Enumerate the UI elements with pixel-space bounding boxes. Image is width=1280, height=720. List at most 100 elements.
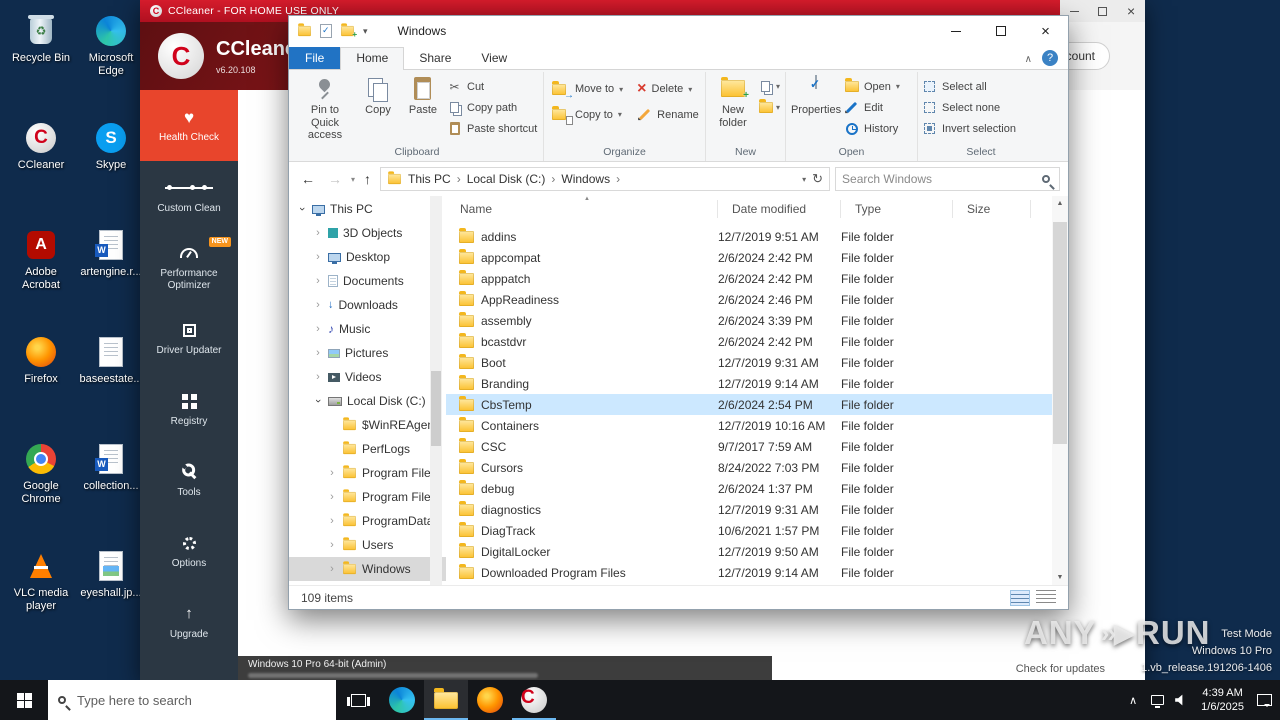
pin-to-quick-access-button[interactable]: Pin to Quick access [295,72,355,142]
desktop-icon-artengine-doc[interactable]: artengine.r... [76,224,146,331]
forward-button[interactable]: → [324,171,346,187]
breadcrumb-separator[interactable]: › [551,172,555,186]
address-dropdown-icon[interactable]: ▾ [802,175,806,184]
chevron-icon[interactable]: › [296,204,308,214]
file-row-selected[interactable]: CbsTemp 2/6/2024 2:54 PM File folder [446,394,1068,415]
file-row[interactable]: addins 12/7/2019 9:51 AM File folder [446,226,1068,247]
ribbon-collapse-icon[interactable]: ∧ [1015,50,1042,69]
desktop-icon-google-chrome[interactable]: Google Chrome [6,438,76,545]
desktop-icon-microsoft-edge[interactable]: Microsoft Edge [76,10,146,117]
history-button[interactable]: History [844,121,900,136]
sidebar-item-driver-updater[interactable]: Driver Updater [140,303,238,374]
sidebar-item-upgrade[interactable]: ↑ Upgrade [140,587,238,658]
properties-button[interactable]: Properties [790,72,842,117]
breadcrumb-windows[interactable]: Windows [561,172,610,186]
sidebar-item-custom-clean[interactable]: Custom Clean [140,161,238,232]
tree-item-program-files-x86[interactable]: › Program Files [289,485,446,509]
desktop-icon-recycle-bin[interactable]: ♻ Recycle Bin [6,10,76,117]
select-none-button[interactable]: Select none [922,100,1016,115]
paste-shortcut-button[interactable]: Paste shortcut [447,121,537,136]
rename-button[interactable]: Rename [637,107,699,122]
scrollbar-thumb[interactable] [431,371,441,446]
copy-button[interactable]: Copy [357,72,399,117]
tab-home[interactable]: Home [340,47,405,70]
breadcrumb-separator[interactable]: › [616,172,620,186]
tree-item-downloads[interactable]: › ↑ Downloads [289,293,446,317]
tree-item-perflogs[interactable]: › PerfLogs [289,437,446,461]
sidebar-item-performance-optimizer[interactable]: NEW Performance Optimizer [140,232,238,303]
file-row[interactable]: DigitalLocker 12/7/2019 9:50 AM File fol… [446,541,1068,562]
scrollbar-thumb[interactable] [1053,222,1067,444]
file-row[interactable]: apppatch 2/6/2024 2:42 PM File folder [446,268,1068,289]
quick-access-new-folder-icon[interactable] [341,23,357,39]
desktop-icon-eyeshall-image[interactable]: eyeshall.jp... [76,545,146,652]
chevron-icon[interactable]: › [313,251,323,263]
minimize-button[interactable] [933,16,978,46]
back-button[interactable]: ← [297,171,319,187]
file-row[interactable]: AppReadiness 2/6/2024 2:46 PM File folde… [446,289,1068,310]
explorer-titlebar[interactable]: ▾ Windows × [289,16,1068,46]
ccleaner-maximize-button[interactable] [1098,6,1108,16]
file-row[interactable]: Cursors 8/24/2022 7:03 PM File folder [446,457,1068,478]
tree-item-3d-objects[interactable]: › 3D Objects [289,221,446,245]
column-header-date-modified[interactable]: Date modified [718,200,841,218]
chevron-icon[interactable]: › [327,563,337,575]
column-header-size[interactable]: Size [953,200,1031,218]
desktop-icon-collection-doc[interactable]: collection... [76,438,146,545]
close-button[interactable]: × [1023,16,1068,46]
chevron-icon[interactable]: › [313,347,323,359]
file-row[interactable]: debug 2/6/2024 1:37 PM File folder [446,478,1068,499]
quick-access-customize-icon[interactable]: ▾ [363,26,368,37]
move-to-button[interactable]: → Move to ▾ [552,80,623,100]
column-header-name[interactable]: Name [446,200,718,218]
large-icons-view-button[interactable] [1036,589,1056,606]
delete-button[interactable]: × Delete ▾ [637,81,699,97]
copy-to-button[interactable]: Copy to ▾ [552,106,623,125]
chevron-icon[interactable]: › [327,539,337,551]
refresh-icon[interactable]: ↻ [812,171,823,187]
file-row[interactable]: diagnostics 12/7/2019 9:31 AM File folde… [446,499,1068,520]
network-icon[interactable] [1145,695,1169,708]
tab-file[interactable]: File [289,47,341,69]
list-scrollbar[interactable]: ▲ ▼ [1052,196,1068,585]
recent-locations-icon[interactable]: ▾ [351,175,355,184]
file-row[interactable]: Boot 12/7/2019 9:31 AM File folder [446,352,1068,373]
tree-item-windows[interactable]: › Windows [289,557,446,581]
breadcrumb-this-pc[interactable]: This PC [408,172,451,186]
sidebar-item-tools[interactable]: Tools [140,445,238,516]
taskbar-search[interactable] [48,680,336,720]
start-button[interactable] [0,680,48,720]
tree-item-videos[interactable]: › Videos [289,365,446,389]
action-center-button[interactable] [1252,694,1276,707]
file-row[interactable]: DiagTrack 10/6/2021 1:57 PM File folder [446,520,1068,541]
tab-share[interactable]: Share [404,47,466,69]
quick-access-properties-icon[interactable] [320,24,332,38]
chevron-icon[interactable]: › [327,515,337,527]
taskbar-file-explorer-button[interactable] [424,680,468,720]
scroll-down-icon[interactable]: ▼ [1057,570,1064,585]
desktop-icon-baseestate-file[interactable]: baseestate... [76,331,146,438]
taskbar-ccleaner-button[interactable] [512,680,556,720]
tree-item-winreagent[interactable]: › $WinREAgent [289,413,446,437]
file-row[interactable]: Branding 12/7/2019 9:14 AM File folder [446,373,1068,394]
taskbar-search-input[interactable] [77,692,326,708]
sidebar-item-registry[interactable]: Registry [140,374,238,445]
chevron-icon[interactable]: › [327,491,337,503]
up-button[interactable]: ↑ [360,171,375,187]
easy-access-button[interactable]: ▾ [758,99,780,115]
desktop-icon-skype[interactable]: Skype [76,117,146,224]
tree-item-music[interactable]: › ♪ Music [289,317,446,341]
desktop-icon-firefox[interactable]: Firefox [6,331,76,438]
tree-item-desktop[interactable]: › Desktop [289,245,446,269]
chevron-icon[interactable]: › [313,227,323,239]
address-bar[interactable]: This PC › Local Disk (C:) › Windows › ▾ … [380,167,831,191]
tree-scrollbar[interactable] [430,196,442,585]
file-row[interactable]: CSC 9/7/2017 7:59 AM File folder [446,436,1068,457]
edit-button[interactable]: Edit [844,100,900,115]
desktop-icon-adobe-acrobat[interactable]: Adobe Acrobat [6,224,76,331]
breadcrumb-separator[interactable]: › [457,172,461,186]
task-view-button[interactable] [336,680,380,720]
tab-view[interactable]: View [466,47,522,69]
chevron-icon[interactable]: › [313,275,323,287]
file-row[interactable]: Containers 12/7/2019 10:16 AM File folde… [446,415,1068,436]
